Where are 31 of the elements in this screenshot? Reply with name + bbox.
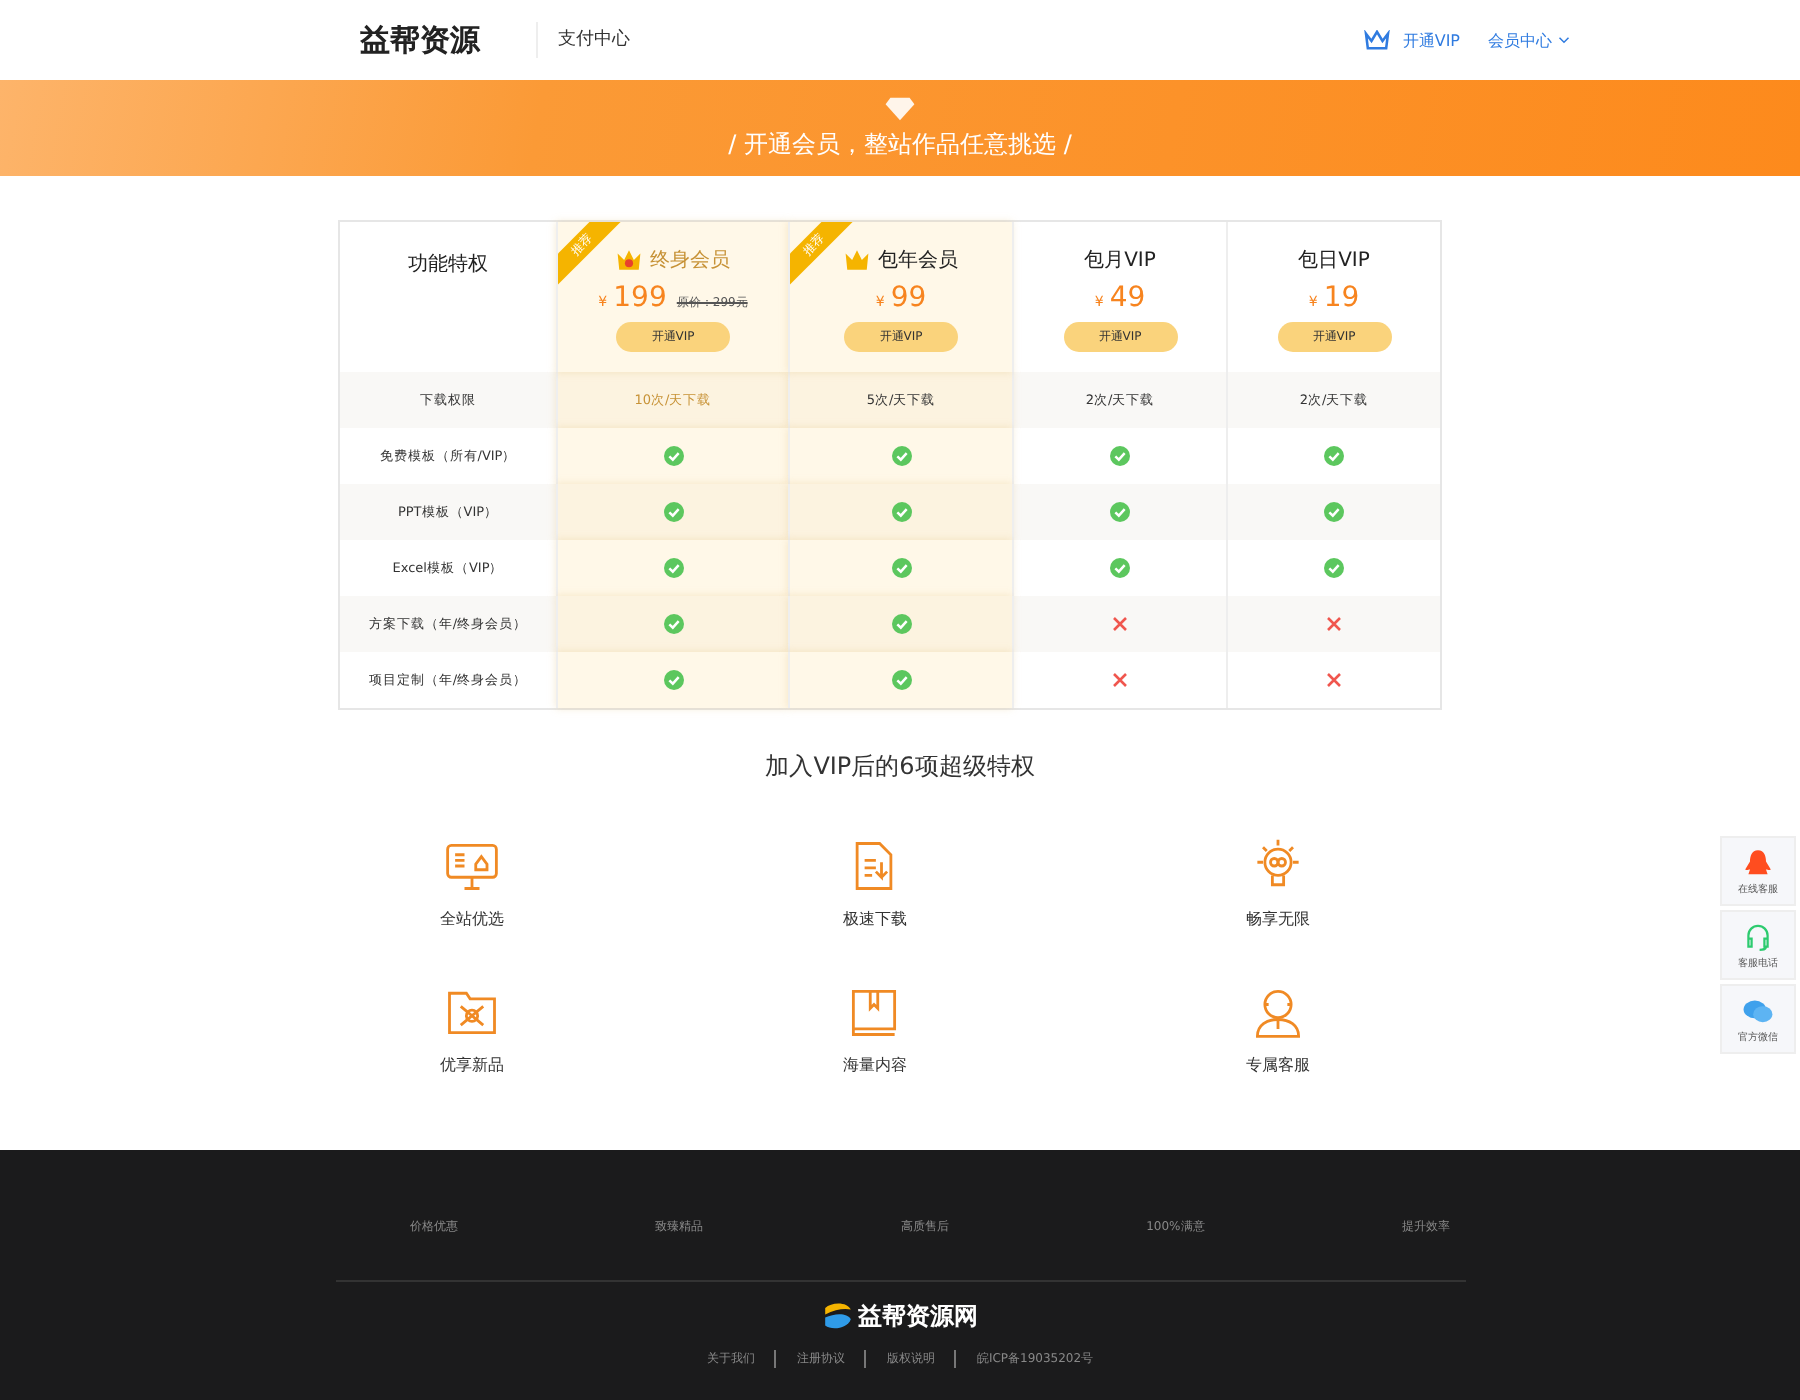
headset-icon[interactable] (1742, 922, 1774, 952)
caret-icon (1558, 36, 1570, 44)
privileges-title: 加入VIP后的6项超级特权 (763, 750, 1037, 784)
crown-icon (616, 248, 642, 272)
privilege-label: 极速下载 (842, 908, 907, 930)
privilege-label: 专属客服 (1246, 1054, 1311, 1076)
open-vip-link[interactable]: 开通VIP (1402, 29, 1460, 51)
section-title: 支付中心 (536, 22, 630, 58)
plan-name: 终身会员 (650, 248, 730, 274)
crown-icon (844, 248, 870, 272)
crown-icon (1364, 29, 1391, 51)
plan-name: 包年会员 (878, 248, 958, 274)
footer-logo: 益帮资源网 (858, 1299, 978, 1333)
diamond-icon (884, 95, 916, 121)
plan-name: 包月VIP (1084, 248, 1156, 274)
site-logo[interactable]: 益帮资源 (360, 21, 480, 59)
column-heading: 功能特权 (408, 251, 488, 278)
plan-price: 19 (1323, 282, 1360, 314)
privilege-label: 全站优选 (439, 908, 504, 930)
privilege-label: 畅享无限 (1246, 908, 1311, 930)
penguin-icon[interactable] (1742, 848, 1774, 878)
member-center-menu[interactable]: 会员中心 (1488, 29, 1570, 51)
privilege-label: 海量内容 (842, 1054, 907, 1076)
logo-icon (822, 1298, 854, 1334)
plan-name: 包日VIP (1298, 248, 1370, 274)
banner-slogan: / 开通会员，整站作品任意挑选 / (728, 127, 1072, 161)
plan-price: 49 (1109, 282, 1146, 314)
privilege-label: 优享新品 (439, 1054, 504, 1076)
chat-bubbles-icon[interactable] (1742, 996, 1774, 1026)
plan-price: 99 (890, 282, 927, 314)
plan-price: 199 (613, 282, 667, 314)
